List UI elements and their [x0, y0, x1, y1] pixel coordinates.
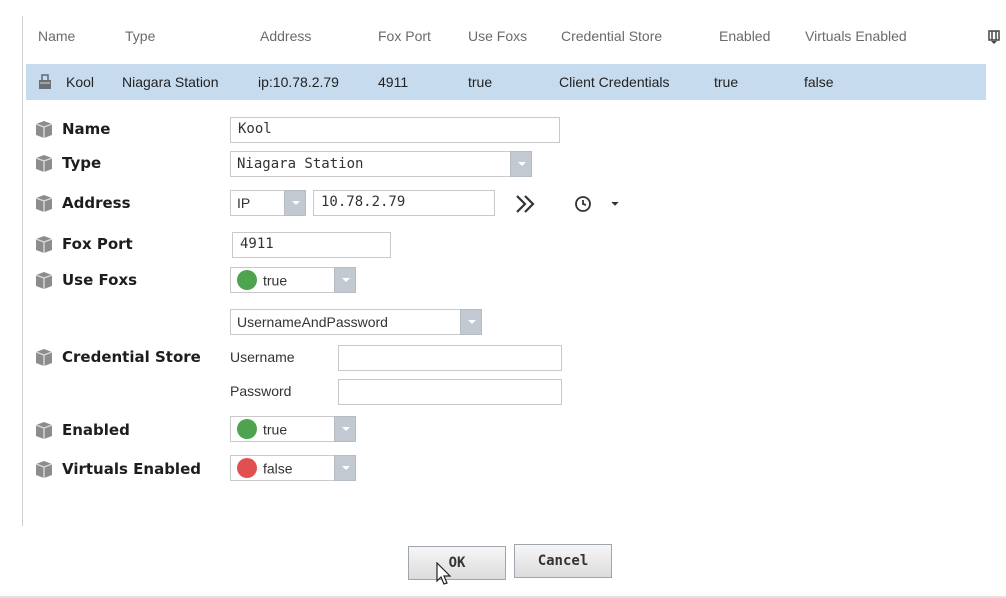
fox-port-field[interactable]: 4911 — [232, 232, 391, 258]
type-select[interactable]: Niagara Station — [230, 151, 532, 177]
cell-fox-port: 4911 — [378, 74, 409, 90]
double-chevron-right-icon[interactable] — [514, 193, 538, 215]
column-header-name[interactable]: Name — [38, 28, 75, 44]
cell-address: ip:10.78.2.79 — [258, 74, 339, 90]
address-scheme-select[interactable]: IP — [230, 190, 306, 216]
address-scheme-value: IP — [237, 195, 251, 211]
dialog-left-border — [22, 16, 23, 526]
username-label: Username — [230, 349, 295, 365]
enabled-value: true — [263, 421, 288, 438]
property-icon — [35, 349, 53, 366]
use-foxs-select[interactable]: true — [230, 267, 356, 293]
chevron-down-icon[interactable] — [334, 267, 356, 293]
virtuals-enabled-value: false — [263, 460, 293, 477]
false-status-icon — [237, 458, 257, 478]
property-icon — [35, 461, 53, 478]
column-header-address[interactable]: Address — [260, 28, 311, 44]
password-label: Password — [230, 383, 292, 399]
table-row[interactable]: Kool Niagara Station ip:10.78.2.79 4911 … — [26, 64, 986, 100]
column-header-use-foxs[interactable]: Use Foxs — [468, 28, 527, 44]
cell-use-foxs: true — [468, 74, 493, 90]
mouse-pointer-icon — [436, 562, 452, 585]
ok-button[interactable]: OK — [408, 546, 506, 580]
chevron-down-icon[interactable] — [334, 455, 356, 481]
property-label-virtuals-enabled: Virtuals Enabled — [62, 460, 201, 478]
property-icon — [35, 155, 53, 172]
property-icon — [35, 236, 53, 253]
column-header-credential-store[interactable]: Credential Store — [561, 28, 662, 44]
chevron-down-icon[interactable] — [284, 190, 306, 216]
property-label-name: Name — [62, 120, 111, 138]
column-header-fox-port[interactable]: Fox Port — [378, 28, 431, 44]
dialog — [22, 16, 1006, 598]
true-status-icon — [237, 419, 257, 439]
clock-icon[interactable] — [574, 194, 596, 214]
type-select-value: Niagara Station — [237, 156, 364, 172]
chevron-down-icon[interactable] — [611, 201, 619, 207]
property-label-type: Type — [62, 154, 102, 172]
cell-enabled: true — [714, 74, 739, 90]
cell-name: Kool — [66, 74, 95, 90]
virtuals-enabled-select[interactable]: false — [230, 455, 356, 481]
property-label-fox-port: Fox Port — [62, 235, 133, 253]
true-status-icon — [237, 270, 257, 290]
table-header: Name Type Address Fox Port Use Foxs Cred… — [22, 28, 1006, 58]
property-label-credential-store: Credential Store — [62, 348, 201, 366]
credential-mode-value: UsernameAndPassword — [237, 314, 388, 330]
column-header-type[interactable]: Type — [125, 28, 155, 44]
property-icon — [35, 272, 53, 289]
chevron-down-icon[interactable] — [334, 416, 356, 442]
property-icon — [35, 121, 53, 138]
address-field[interactable]: 10.78.2.79 — [313, 190, 495, 216]
cell-type: Niagara Station — [122, 74, 219, 90]
cell-virtuals-enabled: false — [804, 74, 834, 90]
username-field[interactable] — [338, 345, 562, 371]
cancel-button[interactable]: Cancel — [514, 544, 612, 578]
name-field[interactable]: Kool — [230, 117, 560, 143]
password-field[interactable] — [338, 379, 562, 405]
station-icon — [39, 74, 51, 89]
use-foxs-value: true — [263, 272, 288, 289]
credential-mode-select[interactable]: UsernameAndPassword — [230, 309, 482, 335]
chevron-down-icon[interactable] — [510, 151, 532, 177]
property-label-enabled: Enabled — [62, 421, 130, 439]
column-chooser-icon[interactable] — [988, 30, 1000, 44]
column-header-virtuals-enabled[interactable]: Virtuals Enabled — [805, 28, 907, 44]
chevron-down-icon[interactable] — [460, 309, 482, 335]
column-header-enabled[interactable]: Enabled — [719, 28, 770, 44]
property-icon — [35, 195, 53, 212]
enabled-select[interactable]: true — [230, 416, 356, 442]
property-label-address: Address — [62, 194, 131, 212]
property-label-use-foxs: Use Foxs — [62, 271, 138, 289]
property-icon — [35, 422, 53, 439]
cell-credential-store: Client Credentials — [559, 74, 670, 90]
